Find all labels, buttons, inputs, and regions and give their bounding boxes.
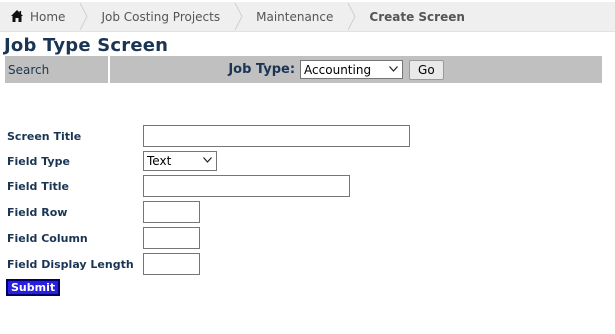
field-column-input[interactable] — [143, 227, 200, 249]
field-display-length-label: Field Display Length — [7, 258, 134, 271]
screen-title-label: Screen Title — [7, 130, 82, 143]
page-title: Job Type Screen — [4, 35, 169, 56]
field-title-input[interactable] — [143, 175, 350, 197]
go-button-label: Go — [418, 62, 435, 77]
breadcrumb-item-maintenance[interactable]: Maintenance — [244, 2, 347, 31]
chevron-down-icon — [389, 66, 398, 72]
home-icon — [10, 9, 24, 23]
screen-title-input[interactable] — [143, 125, 410, 147]
search-label: Search — [8, 62, 50, 77]
go-button[interactable]: Go — [409, 59, 444, 80]
breadcrumb-home-label: Home — [30, 9, 66, 24]
job-type-filter: Job Type: Accounting Go — [110, 56, 602, 83]
field-type-selected-value: Text — [147, 154, 172, 168]
breadcrumb-item-label: Maintenance — [256, 9, 334, 24]
job-type-select[interactable]: Accounting — [300, 60, 404, 79]
submit-button-label: Submit — [11, 281, 56, 294]
job-type-label: Job Type: — [228, 62, 296, 77]
breadcrumb-home[interactable]: Home — [0, 2, 79, 31]
breadcrumb-current: Create Screen — [357, 2, 479, 31]
field-type-select[interactable]: Text — [143, 151, 217, 171]
search-link[interactable]: Search — [5, 56, 110, 83]
toolbar: Search Job Type: Accounting Go — [5, 56, 602, 83]
breadcrumb-current-label: Create Screen — [369, 9, 465, 24]
breadcrumb-separator — [234, 2, 244, 31]
field-column-label: Field Column — [7, 232, 88, 245]
breadcrumb-separator — [347, 2, 357, 31]
chevron-down-icon — [203, 157, 212, 163]
submit-button[interactable]: Submit — [6, 279, 61, 296]
field-row-label: Field Row — [7, 206, 68, 219]
field-type-label: Field Type — [7, 155, 70, 168]
breadcrumb-item-job-costing[interactable]: Job Costing Projects — [89, 2, 234, 31]
field-row-input[interactable] — [143, 201, 200, 223]
breadcrumb: Home Job Costing Projects Maintenance Cr… — [0, 2, 615, 32]
field-title-label: Field Title — [7, 180, 69, 193]
breadcrumb-item-label: Job Costing Projects — [101, 9, 221, 24]
breadcrumb-separator — [79, 2, 89, 31]
field-display-length-input[interactable] — [143, 253, 200, 275]
job-type-selected-value: Accounting — [304, 62, 372, 77]
